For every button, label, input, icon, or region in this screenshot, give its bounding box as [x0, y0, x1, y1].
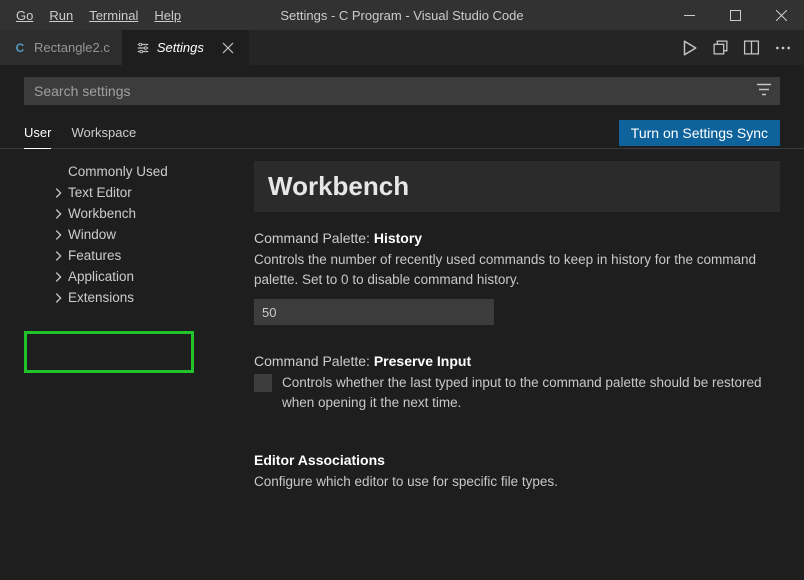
- scope-row: User Workspace Turn on Settings Sync: [0, 113, 804, 149]
- run-icon[interactable]: [680, 39, 698, 57]
- close-icon[interactable]: [758, 0, 804, 30]
- menu-go[interactable]: Go: [8, 2, 41, 29]
- chevron-right-icon: [50, 207, 66, 221]
- section-heading: Workbench: [254, 161, 780, 212]
- tab-label: Settings: [157, 40, 204, 55]
- close-icon[interactable]: [220, 42, 236, 54]
- setting-command-palette-history: Command Palette: History Controls the nu…: [254, 230, 780, 325]
- setting-title: Command Palette: Preserve Input: [254, 353, 780, 369]
- settings-editor: User Workspace Turn on Settings Sync Com…: [0, 65, 804, 580]
- setting-description: Controls the number of recently used com…: [254, 250, 780, 289]
- c-file-icon: C: [12, 41, 28, 55]
- setting-title: Command Palette: History: [254, 230, 780, 246]
- preserve-input-checkbox[interactable]: [254, 374, 272, 392]
- menu-terminal[interactable]: Terminal: [81, 2, 146, 29]
- setting-command-palette-preserve-input: Command Palette: Preserve Input Controls…: [254, 353, 780, 412]
- menubar: Go Run Terminal Help: [0, 2, 189, 29]
- scope-workspace[interactable]: Workspace: [71, 117, 136, 148]
- toc-window[interactable]: Window: [0, 224, 230, 245]
- open-changes-icon[interactable]: [712, 39, 729, 56]
- settings-list: Workbench Command Palette: History Contr…: [230, 149, 804, 580]
- toc-extensions[interactable]: Extensions: [0, 287, 230, 308]
- window-controls: [666, 0, 804, 30]
- history-input[interactable]: [254, 299, 494, 325]
- tab-rectangle2-c[interactable]: C Rectangle2.c: [0, 30, 123, 65]
- chevron-right-icon: [50, 291, 66, 305]
- setting-description: Controls whether the last typed input to…: [282, 373, 780, 412]
- settings-sync-button[interactable]: Turn on Settings Sync: [619, 120, 780, 146]
- chevron-right-icon: [50, 228, 66, 242]
- highlight-box: [24, 331, 194, 373]
- setting-description: Configure which editor to use for specif…: [254, 472, 780, 492]
- tabbar: C Rectangle2.c Settings: [0, 30, 804, 65]
- menu-run[interactable]: Run: [41, 2, 81, 29]
- tab-label: Rectangle2.c: [34, 40, 110, 55]
- search-input[interactable]: [24, 77, 780, 105]
- toc-workbench[interactable]: Workbench: [0, 203, 230, 224]
- titlebar: Go Run Terminal Help Settings - C Progra…: [0, 0, 804, 30]
- split-editor-icon[interactable]: [743, 39, 760, 56]
- toc-features[interactable]: Features: [0, 245, 230, 266]
- chevron-right-icon: [50, 270, 66, 284]
- toc-application[interactable]: Application: [0, 266, 230, 287]
- settings-lines-icon: [135, 41, 151, 55]
- toc-text-editor[interactable]: Text Editor: [0, 182, 230, 203]
- chevron-right-icon: [50, 186, 66, 200]
- more-icon[interactable]: [774, 39, 792, 57]
- settings-toc: Commonly Used Text Editor Workbench Wind…: [0, 149, 230, 580]
- tab-settings[interactable]: Settings: [123, 30, 249, 65]
- scope-user[interactable]: User: [24, 117, 51, 149]
- menu-help[interactable]: Help: [146, 2, 189, 29]
- chevron-right-icon: [50, 249, 66, 263]
- minimize-icon[interactable]: [666, 0, 712, 30]
- setting-title: Editor Associations: [254, 452, 780, 468]
- setting-editor-associations: Editor Associations Configure which edit…: [254, 452, 780, 492]
- maximize-icon[interactable]: [712, 0, 758, 30]
- tab-actions: [668, 30, 804, 65]
- filter-icon[interactable]: [756, 82, 772, 101]
- toc-commonly-used[interactable]: Commonly Used: [0, 161, 230, 182]
